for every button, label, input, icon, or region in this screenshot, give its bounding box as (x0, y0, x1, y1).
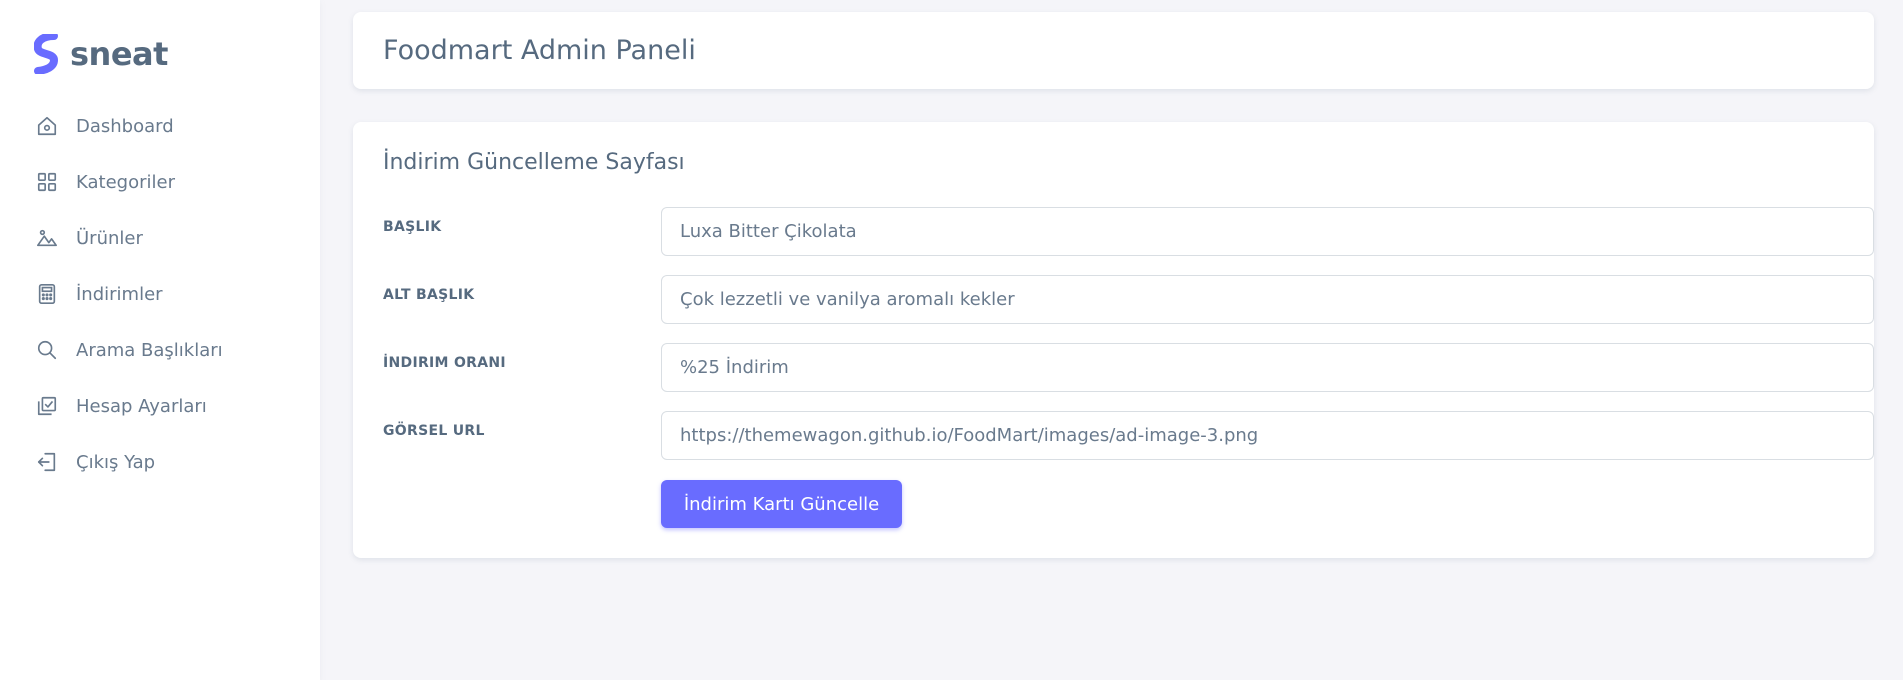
page-title: Foodmart Admin Paneli (383, 35, 696, 66)
sidebar-item-categories[interactable]: Kategoriler (0, 158, 320, 206)
sidebar-item-products[interactable]: Ürünler (0, 214, 320, 262)
logout-icon (36, 451, 58, 473)
form-row-title: BAŞLIK Luxa Bitter Çikolata (383, 207, 1874, 257)
grid-icon (36, 171, 58, 193)
discount-rate-input[interactable]: %25 İndirim (661, 343, 1874, 392)
update-discount-card-button[interactable]: İndirim Kartı Güncelle (661, 480, 902, 528)
sidebar-item-label: Çıkış Yap (76, 451, 156, 473)
form-row-discount-rate: İNDIRIM ORANI %25 İndirim (383, 343, 1874, 393)
sidebar-item-discounts[interactable]: İndirimler (0, 270, 320, 318)
calculator-icon (36, 283, 58, 305)
image-icon (36, 227, 58, 249)
form-row-submit: İndirim Kartı Güncelle (383, 480, 1844, 530)
sidebar-item-account-settings[interactable]: Hesap Ayarları (0, 382, 320, 430)
sidebar-menu: Dashboard Kategoriler Ürünler İndirimler… (0, 102, 320, 494)
subtitle-label: ALT BAŞLIK (383, 287, 475, 303)
form-row-subtitle: ALT BAŞLIK Çok lezzetli ve vanilya aroma… (383, 275, 1874, 325)
image-url-input[interactable]: https://themewagon.github.io/FoodMart/im… (661, 411, 1874, 460)
brand-name: sneat (70, 35, 168, 73)
checkbox-icon (36, 395, 58, 417)
sidebar-item-label: Kategoriler (76, 171, 175, 193)
sidebar-item-label: Dashboard (76, 115, 174, 137)
sidebar-item-logout[interactable]: Çıkış Yap (0, 438, 320, 486)
sidebar-item-label: Hesap Ayarları (76, 395, 207, 417)
sidebar-item-dashboard[interactable]: Dashboard (0, 102, 320, 150)
subtitle-input[interactable]: Çok lezzetli ve vanilya aromalı kekler (661, 275, 1874, 324)
title-label: BAŞLIK (383, 219, 442, 235)
brand[interactable]: sneat (34, 33, 168, 75)
home-icon (36, 115, 58, 137)
sidebar-item-search-headings[interactable]: Arama Başlıkları (0, 326, 320, 374)
form-row-image-url: GÖRSEL URL https://themewagon.github.io/… (383, 411, 1874, 461)
sidebar-item-label: Ürünler (76, 227, 143, 249)
sidebar-item-label: İndirimler (76, 283, 163, 305)
sidebar: sneat Dashboard Kategoriler Ürünler İndi… (0, 0, 320, 680)
sneat-logo-icon (34, 34, 60, 74)
title-input[interactable]: Luxa Bitter Çikolata (661, 207, 1874, 256)
image-url-label: GÖRSEL URL (383, 423, 485, 439)
sidebar-item-label: Arama Başlıkları (76, 339, 223, 361)
form-title: İndirim Güncelleme Sayfası (383, 150, 685, 175)
top-navbar: Foodmart Admin Paneli (353, 12, 1874, 89)
discount-update-card: İndirim Güncelleme Sayfası BAŞLIK Luxa B… (353, 122, 1874, 558)
search-icon (36, 339, 58, 361)
discount-rate-label: İNDIRIM ORANI (383, 355, 506, 371)
